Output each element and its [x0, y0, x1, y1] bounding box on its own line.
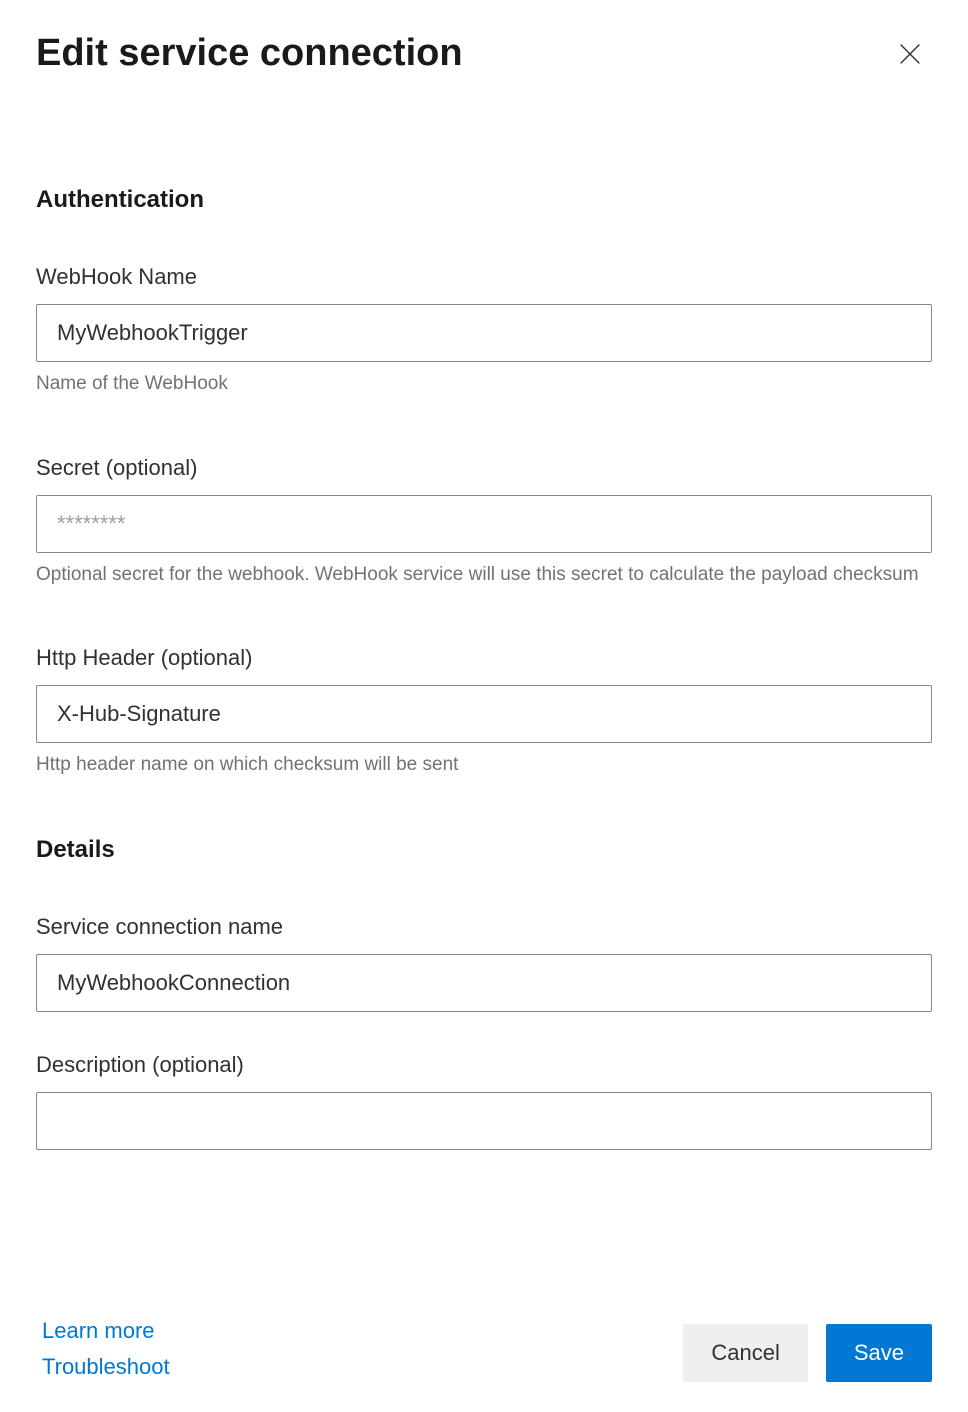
panel-header: Edit service connection: [36, 32, 932, 76]
close-button[interactable]: [888, 32, 932, 76]
details-heading: Details: [36, 836, 932, 864]
close-icon: [896, 40, 924, 68]
secret-field: Secret (optional) Optional secret for th…: [36, 455, 932, 590]
description-field: Description (optional): [36, 1052, 932, 1150]
webhook-name-help: Name of the WebHook: [36, 370, 932, 399]
edit-service-connection-panel: Edit service connection Authentication W…: [0, 0, 968, 1412]
description-input[interactable]: [36, 1092, 932, 1150]
webhook-name-input[interactable]: [36, 304, 932, 362]
webhook-name-label: WebHook Name: [36, 264, 932, 290]
service-connection-name-input[interactable]: [36, 954, 932, 1012]
panel-title: Edit service connection: [36, 32, 463, 75]
http-header-field: Http Header (optional) Http header name …: [36, 645, 932, 780]
secret-input[interactable]: [36, 495, 932, 553]
secret-help: Optional secret for the webhook. WebHook…: [36, 561, 932, 590]
troubleshoot-link[interactable]: Troubleshoot: [42, 1354, 170, 1380]
footer-buttons: Cancel Save: [683, 1324, 932, 1382]
cancel-button[interactable]: Cancel: [683, 1324, 807, 1382]
authentication-heading: Authentication: [36, 186, 932, 214]
description-label: Description (optional): [36, 1052, 932, 1078]
service-connection-name-field: Service connection name: [36, 914, 932, 1012]
service-connection-name-label: Service connection name: [36, 914, 932, 940]
http-header-label: Http Header (optional): [36, 645, 932, 671]
panel-footer: Learn more Troubleshoot Cancel Save: [36, 1300, 932, 1412]
learn-more-link[interactable]: Learn more: [42, 1318, 170, 1344]
save-button[interactable]: Save: [826, 1324, 932, 1382]
http-header-help: Http header name on which checksum will …: [36, 751, 932, 780]
footer-links: Learn more Troubleshoot: [36, 1318, 170, 1380]
http-header-input[interactable]: [36, 685, 932, 743]
webhook-name-field: WebHook Name Name of the WebHook: [36, 264, 932, 399]
panel-content: Authentication WebHook Name Name of the …: [36, 186, 932, 1300]
secret-label: Secret (optional): [36, 455, 932, 481]
